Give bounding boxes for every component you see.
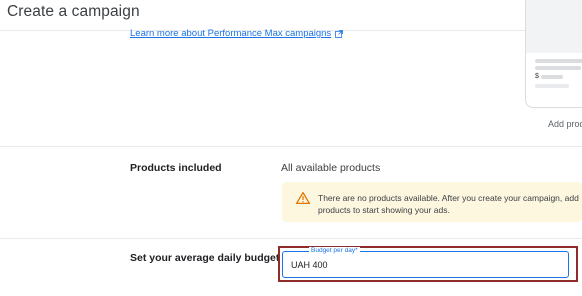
open-in-new-icon [335, 29, 344, 38]
page-header: Create a campaign [0, 0, 582, 30]
ad-preview-image [526, 0, 582, 53]
section-divider [0, 146, 582, 147]
warning-text: There are no products available. After y… [318, 193, 579, 215]
budget-field-value: UAH 400 [291, 260, 328, 270]
add-products-label[interactable]: Add produ [548, 119, 582, 129]
ad-preview-card: $ [525, 0, 582, 108]
products-included-label: Products included [130, 162, 222, 174]
budget-per-day-input[interactable]: Budget per day* UAH 400 [282, 247, 569, 278]
no-products-warning: There are no products available. After y… [282, 182, 582, 222]
budget-field-label: Budget per day* [309, 247, 360, 254]
learn-more-link[interactable]: Learn more about Performance Max campaig… [130, 28, 344, 39]
preview-price-symbol: $ [535, 73, 539, 80]
preview-skeleton-price [541, 75, 563, 79]
section-divider [0, 238, 582, 239]
page-title: Create a campaign [7, 3, 140, 20]
daily-budget-label: Set your average daily budget [130, 252, 280, 264]
preview-skeleton-line [535, 66, 581, 70]
learn-more-link-text: Learn more about Performance Max campaig… [130, 28, 332, 39]
preview-skeleton-line [535, 59, 582, 63]
preview-skeleton-line [535, 84, 569, 88]
products-included-value: All available products [281, 162, 381, 174]
warning-icon [296, 192, 310, 204]
